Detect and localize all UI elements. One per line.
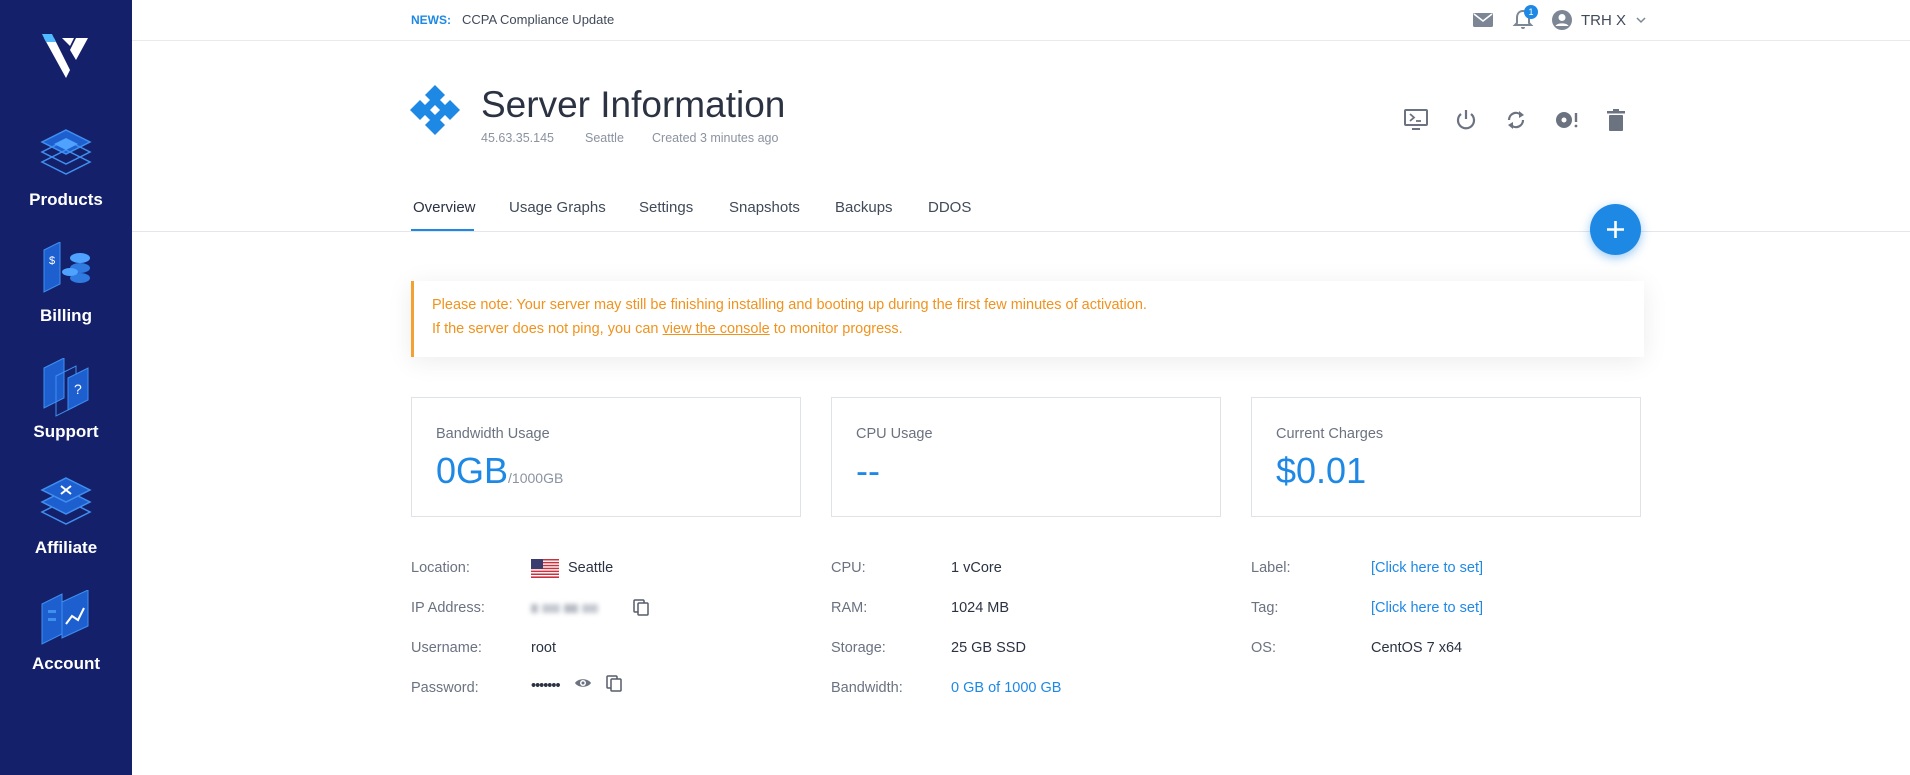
restart-icon[interactable] [1502, 106, 1530, 134]
sidebar-item-account[interactable]: Account [0, 590, 132, 694]
username-value: root [531, 640, 556, 656]
tab-ddos[interactable]: DDOS [928, 199, 971, 216]
tab-overview[interactable]: Overview [413, 199, 476, 216]
activation-notice: Please note: Your server may still be fi… [411, 281, 1644, 357]
set-tag-link[interactable]: [Click here to set] [1371, 600, 1483, 616]
notice-text-before: If the server does not ping, you can [432, 321, 663, 337]
bandwidth-value-link[interactable]: 0 GB of 1000 GB [951, 680, 1061, 696]
vultr-logo[interactable] [40, 32, 92, 78]
server-os-logo [410, 85, 460, 135]
tab-usage-graphs[interactable]: Usage Graphs [509, 199, 606, 216]
products-icon [40, 129, 92, 175]
ip-address-label: IP Address: [411, 600, 485, 616]
tab-snapshots[interactable]: Snapshots [729, 199, 800, 216]
chevron-down-icon[interactable] [1634, 9, 1648, 31]
billing-icon: $ [43, 242, 90, 293]
username-label: Username: [411, 640, 482, 656]
server-location: Seattle [585, 131, 624, 145]
active-tab-indicator [411, 229, 474, 231]
tab-settings[interactable]: Settings [639, 199, 693, 216]
sidebar: Products $ Billing ? Support Affiliate A… [0, 0, 132, 775]
os-label: OS: [1251, 640, 1276, 656]
power-icon[interactable] [1452, 106, 1480, 134]
set-label-link[interactable]: [Click here to set] [1371, 560, 1483, 576]
notice-line-2: If the server does not ping, you can vie… [432, 321, 903, 337]
ip-address-value-blurred [531, 600, 621, 614]
sidebar-item-label: Account [32, 654, 100, 673]
svg-text:$: $ [49, 255, 55, 267]
reinstall-disc-icon[interactable] [1552, 106, 1580, 134]
sidebar-item-label: Products [29, 190, 103, 209]
account-icon [41, 590, 89, 645]
sidebar-item-label: Support [33, 422, 99, 441]
card-title: Bandwidth Usage [436, 426, 550, 442]
page-title: Server Information [481, 84, 786, 125]
support-icon: ? [43, 358, 89, 417]
sidebar-item-affiliate[interactable]: Affiliate [0, 474, 132, 578]
add-button[interactable] [1590, 204, 1641, 255]
sidebar-item-support[interactable]: ? Support [0, 358, 132, 462]
svg-text:?: ? [74, 381, 82, 397]
console-icon[interactable] [1402, 106, 1430, 134]
user-menu[interactable]: TRH X [1581, 12, 1626, 29]
notice-line-1: Please note: Your server may still be fi… [432, 297, 1147, 313]
sidebar-item-products[interactable]: Products [0, 126, 132, 230]
notice-text-after: to monitor progress. [769, 321, 903, 337]
password-value: ••••••• [531, 678, 561, 694]
bandwidth-usage-card: Bandwidth Usage 0GB/1000GB [411, 397, 801, 517]
cpu-label: CPU: [831, 560, 866, 576]
cpu-value: 1 vCore [951, 560, 1002, 576]
card-value: $0.01 [1276, 450, 1367, 491]
ram-value: 1024 MB [951, 600, 1010, 616]
mail-icon[interactable] [1471, 8, 1495, 32]
label-label: Label: [1251, 560, 1291, 576]
sidebar-item-billing[interactable]: $ Billing [0, 242, 132, 346]
notification-badge: 1 [1524, 5, 1538, 19]
eye-icon[interactable] [574, 674, 592, 692]
storage-value: 25 GB SSD [951, 640, 1026, 656]
sidebar-item-label: Billing [40, 306, 92, 325]
affiliate-icon [40, 477, 92, 525]
ram-label: RAM: [831, 600, 868, 616]
os-value: CentOS 7 x64 [1371, 640, 1463, 656]
copy-icon[interactable] [632, 598, 650, 616]
us-flag-icon [531, 559, 559, 578]
server-ip: 45.63.35.145 [481, 131, 554, 145]
view-console-link[interactable]: view the console [663, 321, 770, 337]
current-charges-card: Current Charges $0.01 [1251, 397, 1641, 517]
card-title: CPU Usage [856, 426, 933, 442]
tab-backups[interactable]: Backups [835, 199, 893, 216]
tag-label: Tag: [1251, 600, 1279, 616]
plus-icon [1607, 221, 1624, 238]
storage-label: Storage: [831, 640, 886, 656]
user-avatar-icon[interactable] [1550, 8, 1574, 32]
cpu-usage-card: CPU Usage -- [831, 397, 1221, 517]
tab-bar: Overview Usage Graphs Settings Snapshots… [132, 191, 1910, 232]
copy-icon[interactable] [605, 674, 623, 692]
sidebar-item-label: Affiliate [34, 538, 98, 557]
password-label: Password: [411, 680, 479, 696]
delete-trash-icon[interactable] [1602, 106, 1630, 134]
server-created: Created 3 minutes ago [652, 131, 779, 145]
location-value: Seattle [568, 560, 614, 576]
card-title: Current Charges [1276, 426, 1384, 442]
location-label: Location: [411, 560, 470, 576]
card-value: 0GB/1000GB [436, 450, 563, 492]
news-link[interactable]: CCPA Compliance Update [462, 12, 614, 27]
bandwidth-used: 0GB [436, 450, 509, 491]
news-label: NEWS: [411, 13, 451, 27]
bandwidth-limit: /1000GB [508, 470, 564, 486]
card-value: -- [856, 450, 880, 491]
bandwidth-label: Bandwidth: [831, 680, 903, 696]
top-bar: NEWS: CCPA Compliance Update 1 TRH X [132, 0, 1910, 41]
